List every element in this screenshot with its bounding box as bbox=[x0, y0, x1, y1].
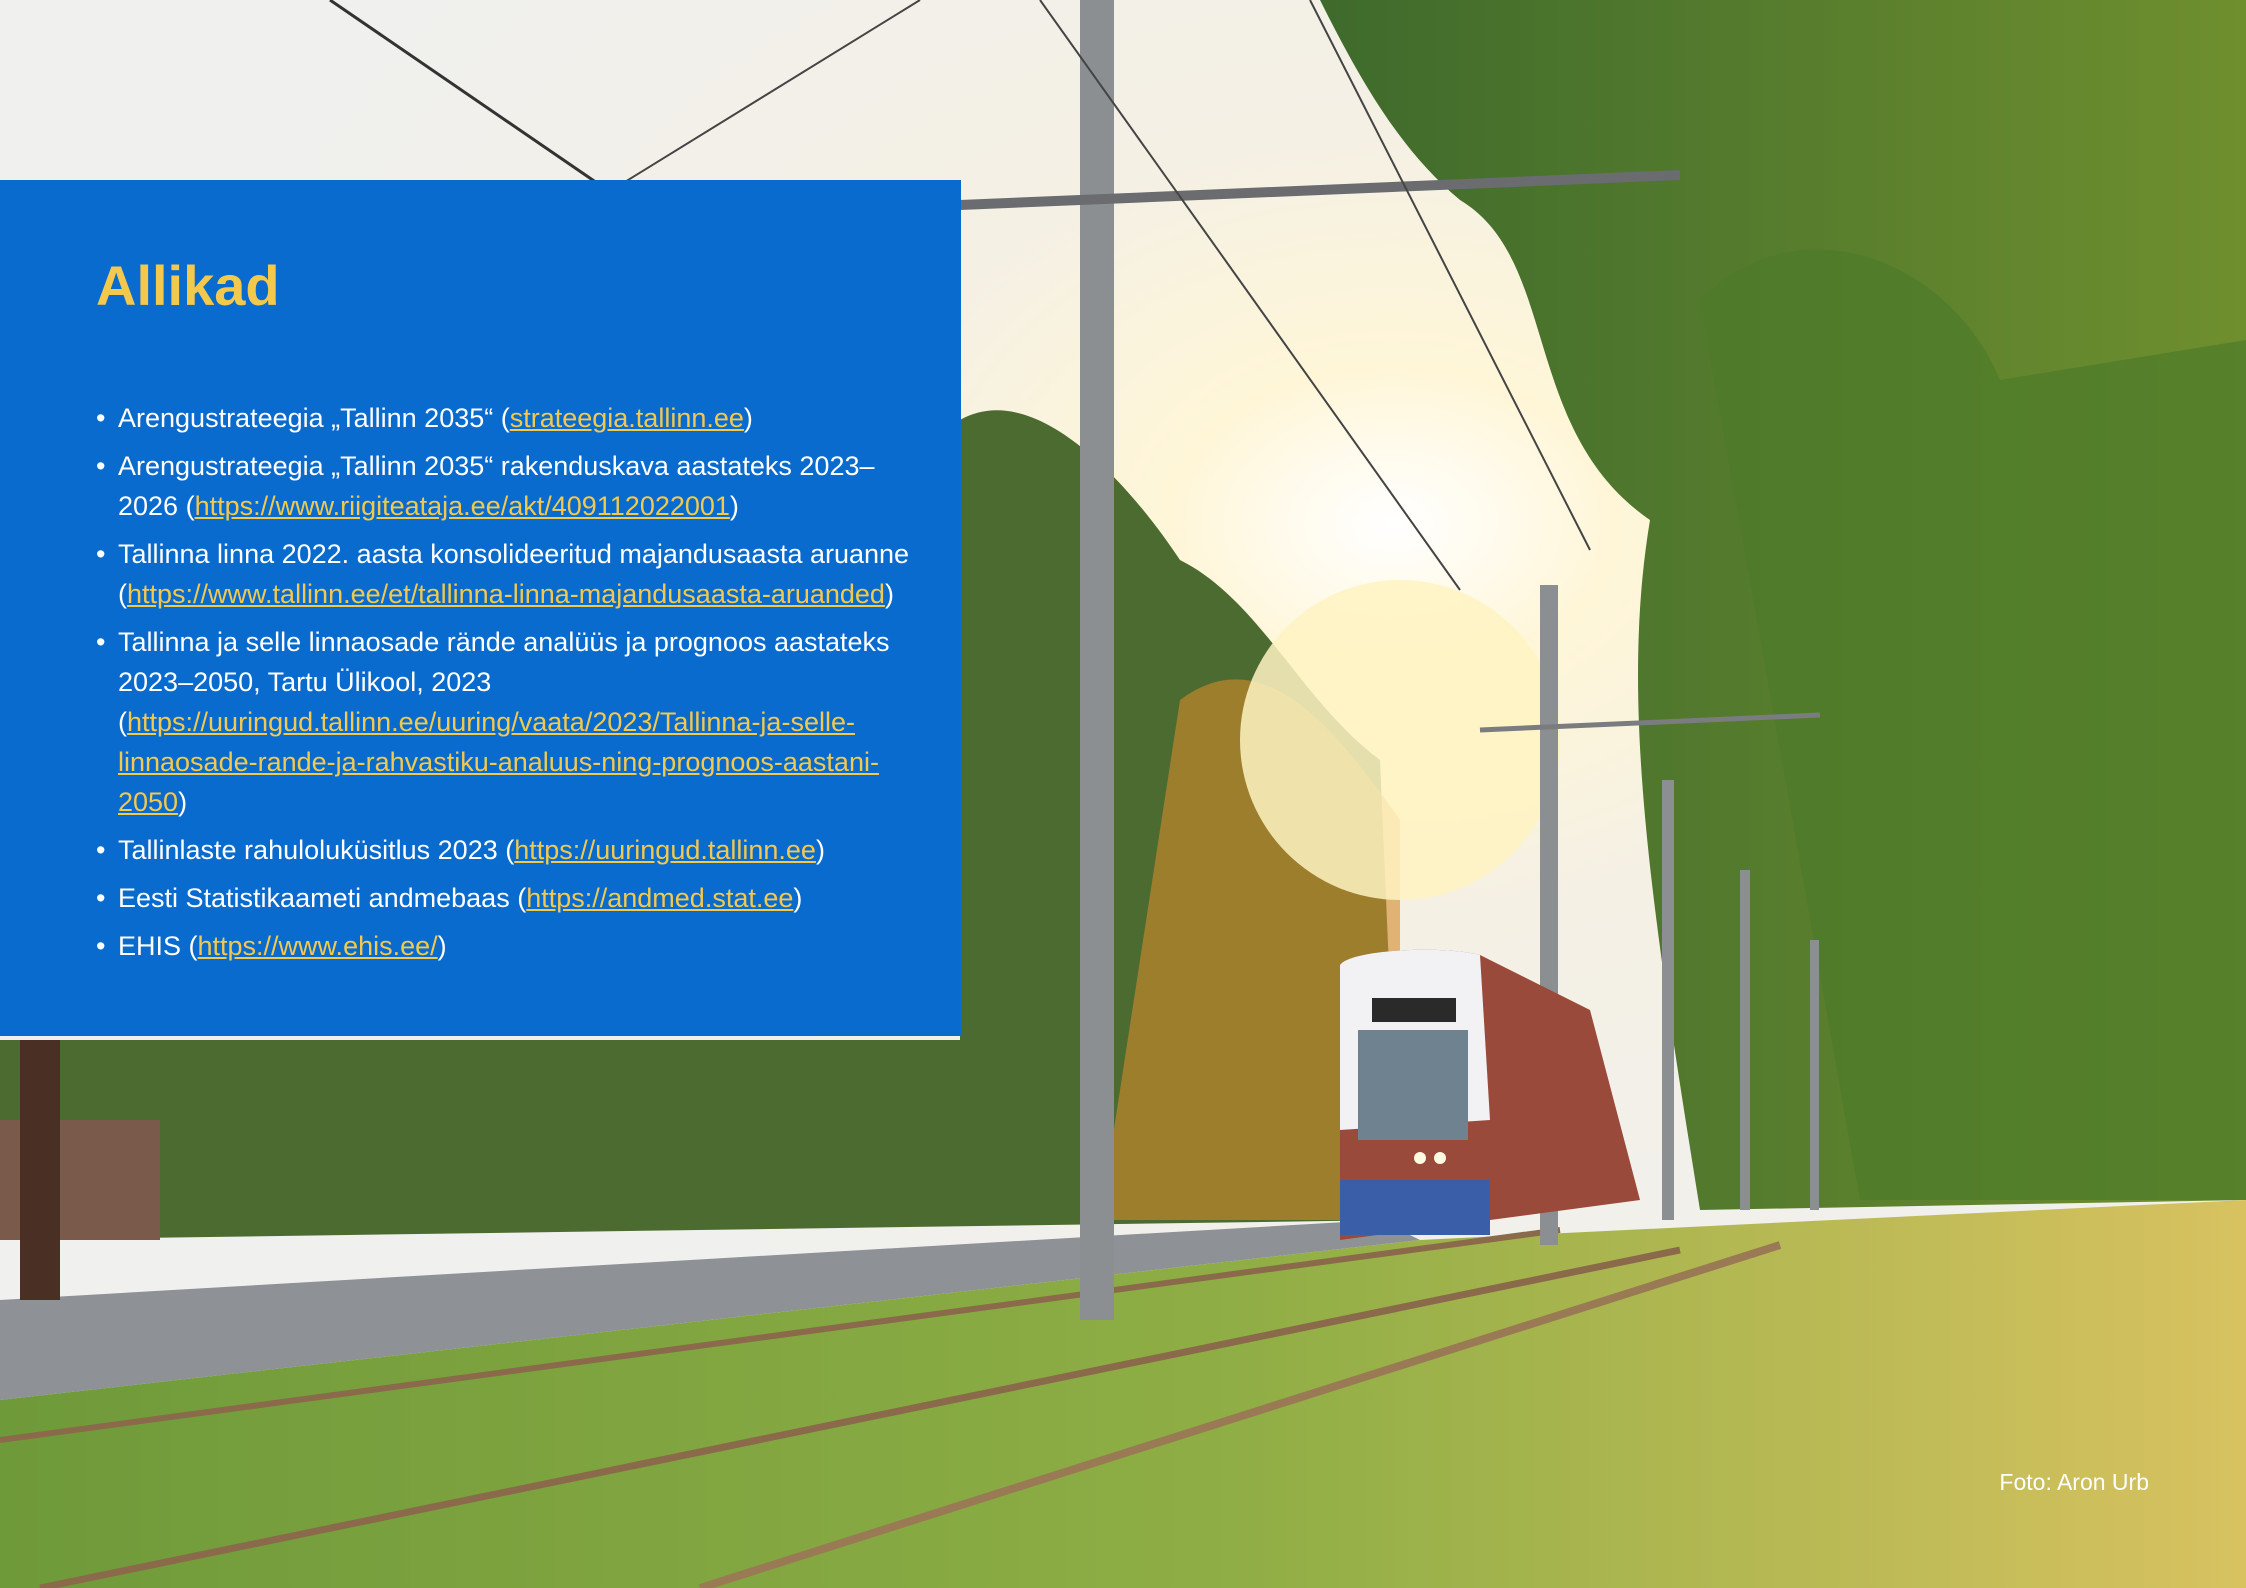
list-item: • Arengustrateegia „Tallinn 2035“ (strate… bbox=[96, 398, 916, 438]
list-item: • Tallinlaste rahuloluküsitlus 2023 (http… bbox=[96, 830, 916, 870]
sources-panel: Allikad • Arengustrateegia „Tallinn 2035“… bbox=[0, 180, 961, 1036]
bullet: • bbox=[96, 539, 106, 569]
source-link[interactable]: https://www.ehis.ee/ bbox=[198, 931, 438, 961]
list-item: • Tallinna linna 2022. aasta konsolideeri… bbox=[96, 534, 916, 614]
source-link[interactable]: strateegia.tallinn.ee bbox=[510, 403, 744, 433]
item-text: ) bbox=[793, 883, 803, 913]
source-link[interactable]: https://andmed.stat.ee bbox=[526, 883, 793, 913]
item-text: Arengustrateegia „Tallinn 2035“ ( bbox=[118, 403, 510, 433]
bullet: • bbox=[96, 883, 106, 913]
list-item: • EHIS (https://www.ehis.ee/) bbox=[96, 926, 916, 966]
source-link[interactable]: https://www.riigiteataja.ee/akt/40911202… bbox=[195, 491, 730, 521]
item-text: ) bbox=[178, 787, 188, 817]
item-text: EHIS ( bbox=[118, 931, 198, 961]
item-text: Eesti Statistikaameti andmebaas ( bbox=[118, 883, 527, 913]
list-item: • Eesti Statistikaameti andmebaas (https:… bbox=[96, 878, 916, 918]
bullet: • bbox=[96, 403, 106, 433]
list-item: • Tallinna ja selle linnaosade rände anal… bbox=[96, 622, 916, 822]
sources-list: • Arengustrateegia „Tallinn 2035“ (strate… bbox=[96, 398, 916, 974]
item-text: ) bbox=[815, 835, 825, 865]
page-title: Allikad bbox=[96, 254, 280, 317]
bullet: • bbox=[96, 835, 106, 865]
item-text: ) bbox=[729, 491, 739, 521]
source-link[interactable]: https://www.tallinn.ee/et/tallinna-linna… bbox=[127, 579, 885, 609]
bullet: • bbox=[96, 931, 106, 961]
item-text: ) bbox=[884, 579, 894, 609]
source-link[interactable]: https://uuringud.tallinn.ee/uuring/vaata… bbox=[118, 707, 879, 817]
bullet: • bbox=[96, 451, 106, 481]
list-item: • Arengustrateegia „Tallinn 2035“ rakendu… bbox=[96, 446, 916, 526]
photo-credit: Foto: Aron Urb bbox=[1999, 1469, 2149, 1495]
item-text: ) bbox=[743, 403, 753, 433]
source-link[interactable]: https://uuringud.tallinn.ee bbox=[514, 835, 816, 865]
item-text: ) bbox=[437, 931, 447, 961]
item-text: Tallinlaste rahuloluküsitlus 2023 ( bbox=[118, 835, 515, 865]
bullet: • bbox=[96, 627, 106, 657]
